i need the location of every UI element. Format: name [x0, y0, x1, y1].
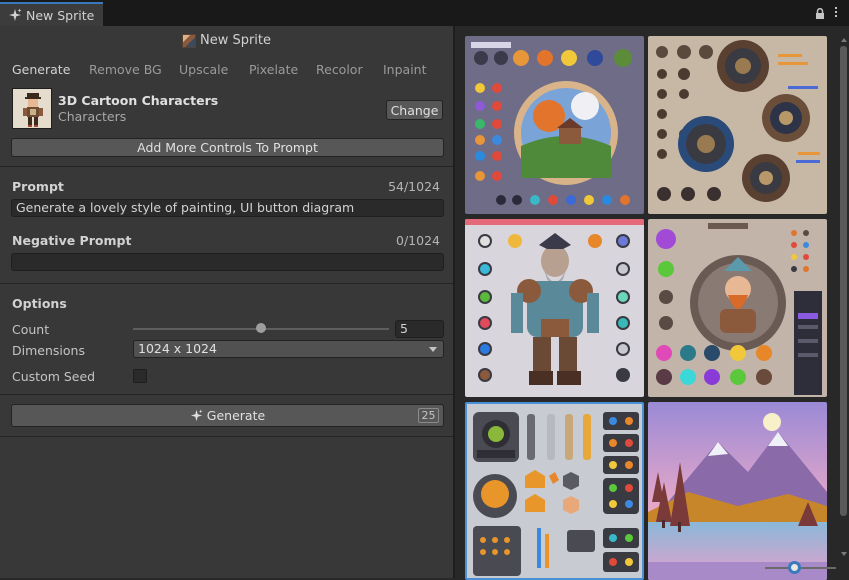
change-model-button[interactable]: Change [386, 100, 443, 120]
tab-upscale[interactable]: Upscale [179, 62, 249, 77]
lock-icon[interactable] [815, 8, 825, 19]
gallery-image-1[interactable] [465, 36, 644, 214]
count-slider-handle[interactable] [256, 323, 266, 333]
divider [0, 166, 453, 167]
custom-seed-checkbox[interactable] [133, 369, 147, 383]
dimensions-dropdown[interactable]: 1024 x 1024 [133, 340, 444, 358]
sparkle-icon [190, 409, 203, 422]
options-title: Options [12, 296, 67, 311]
tool-tabs: Generate Remove BG Upscale Pixelate Reco… [12, 62, 433, 77]
window-tab-bar: New Sprite [0, 0, 849, 26]
window-tab-new-sprite[interactable]: New Sprite [0, 2, 103, 26]
gallery-image-5[interactable] [465, 402, 644, 580]
generator-panel: New Sprite Generate Remove BG Upscale Pi… [0, 26, 453, 578]
tab-pixelate[interactable]: Pixelate [249, 62, 316, 77]
panel-title-text: New Sprite [199, 33, 272, 48]
model-thumbnail [12, 88, 52, 129]
prompt-char-count: 54/1024 [388, 179, 440, 194]
negative-prompt-char-count: 0/1024 [396, 233, 440, 248]
chevron-down-icon [429, 347, 437, 352]
scroll-down-icon[interactable] [841, 552, 847, 556]
prompt-input[interactable]: Generate a lovely style of painting, UI … [11, 199, 444, 217]
tab-remove-bg[interactable]: Remove BG [89, 62, 179, 77]
window-tab-label: New Sprite [26, 7, 95, 23]
sparkle-icon [9, 8, 22, 21]
negative-prompt-input[interactable] [11, 253, 444, 271]
scroll-up-icon[interactable] [841, 38, 847, 42]
gallery-image-2[interactable] [648, 36, 827, 214]
tab-inpaint[interactable]: Inpaint [383, 62, 433, 77]
credit-cost-badge: 25 [418, 408, 439, 423]
thumbnail-size-handle[interactable] [788, 561, 801, 574]
dimensions-label: Dimensions [12, 343, 85, 358]
count-label: Count [12, 322, 50, 337]
negative-prompt-label: Negative Prompt [12, 233, 132, 248]
sprite-icon [181, 33, 196, 48]
more-options-icon[interactable] [833, 6, 839, 20]
gallery-image-4[interactable] [648, 219, 827, 397]
add-controls-button[interactable]: Add More Controls To Prompt [11, 138, 444, 157]
custom-seed-label: Custom Seed [12, 369, 96, 384]
divider [0, 436, 453, 437]
gallery-image-3[interactable] [465, 219, 644, 397]
model-category: Characters [58, 109, 127, 124]
divider [0, 283, 453, 284]
generate-button[interactable]: Generate 25 [11, 404, 444, 427]
panel-title: New Sprite [0, 33, 453, 48]
divider [0, 394, 453, 395]
tab-recolor[interactable]: Recolor [316, 62, 383, 77]
gallery-image-6[interactable] [648, 402, 827, 580]
prompt-label: Prompt [12, 179, 64, 194]
dimensions-value: 1024 x 1024 [138, 341, 217, 356]
count-input[interactable]: 5 [395, 320, 444, 338]
tab-generate[interactable]: Generate [12, 62, 89, 77]
model-name: 3D Cartoon Characters [58, 93, 219, 108]
generate-button-label: Generate [206, 408, 266, 423]
scrollbar-thumb[interactable] [840, 46, 847, 516]
gallery-scrollbar[interactable] [839, 30, 849, 560]
